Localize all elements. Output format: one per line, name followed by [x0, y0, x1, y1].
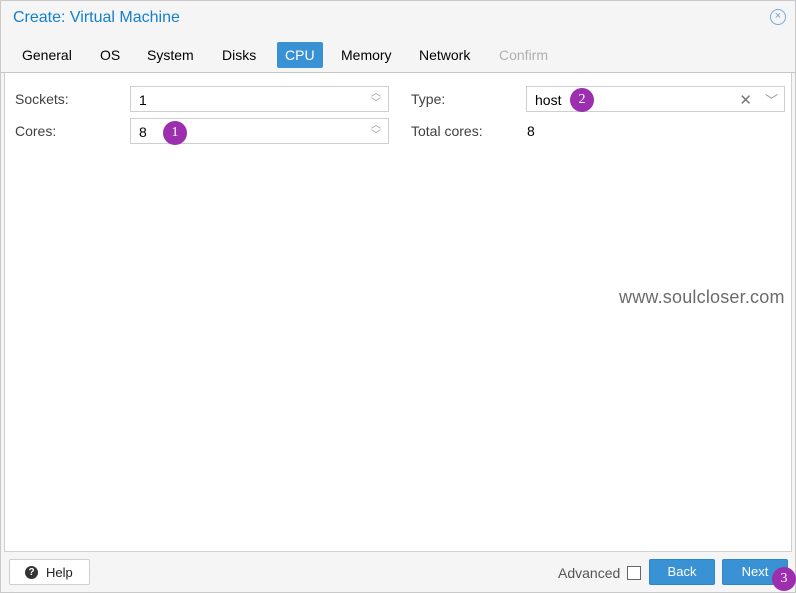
sockets-stepper[interactable]: 1 ︿ ﹀ [130, 86, 389, 112]
help-button[interactable]: ? Help [9, 559, 90, 585]
total-cores-label: Total cores: [411, 123, 483, 139]
sockets-value: 1 [139, 92, 147, 108]
chevron-down-icon[interactable]: ﹀ [765, 90, 778, 109]
tab-general[interactable]: General [14, 42, 80, 68]
annotation-badge-1: 1 [163, 121, 187, 145]
create-vm-dialog: Create: Virtual Machine × General OS Sys… [0, 0, 796, 593]
type-label: Type: [411, 91, 446, 107]
sockets-spinner[interactable]: ︿ ﹀ [370, 89, 382, 109]
annotation-badge-3: 3 [772, 567, 796, 591]
wizard-tabbar: General OS System Disks CPU Memory Netwo… [1, 38, 795, 73]
chevron-down-icon[interactable]: ﹀ [370, 131, 382, 141]
cpu-type-combobox[interactable]: host ✕ ﹀ [526, 86, 785, 112]
tab-confirm: Confirm [499, 47, 549, 63]
chevron-down-icon[interactable]: ﹀ [370, 99, 382, 109]
cpu-type-value: host [535, 92, 562, 108]
close-icon[interactable]: × [770, 9, 786, 25]
tab-os[interactable]: OS [92, 42, 128, 68]
dialog-titlebar: Create: Virtual Machine × [1, 1, 795, 35]
help-icon: ? [25, 566, 38, 579]
dialog-footer: ? Help Advanced Back Next 3 [1, 552, 796, 592]
tab-system[interactable]: System [139, 42, 202, 68]
tab-disks[interactable]: Disks [214, 42, 264, 68]
cores-value: 8 [139, 124, 147, 140]
tab-cpu[interactable]: CPU [277, 42, 323, 68]
sockets-label: Sockets: [15, 91, 69, 107]
tab-memory[interactable]: Memory [333, 42, 400, 68]
help-button-label: Help [46, 565, 73, 580]
total-cores-value: 8 [527, 123, 535, 139]
back-button[interactable]: Back [649, 559, 715, 585]
cores-spinner[interactable]: ︿ ﹀ [370, 121, 382, 141]
dialog-title: Create: Virtual Machine [13, 9, 180, 26]
cores-label: Cores: [15, 123, 57, 139]
clear-icon[interactable]: ✕ [739, 91, 752, 109]
advanced-checkbox[interactable] [627, 566, 641, 580]
watermark-text: www.soulcloser.com [619, 287, 785, 307]
annotation-badge-2: 2 [570, 88, 594, 112]
cpu-panel: Sockets: 1 ︿ ﹀ Cores: 8 ︿ ﹀ 1 Type: host… [4, 73, 792, 552]
advanced-label: Advanced [558, 565, 621, 581]
tab-network[interactable]: Network [411, 42, 478, 68]
